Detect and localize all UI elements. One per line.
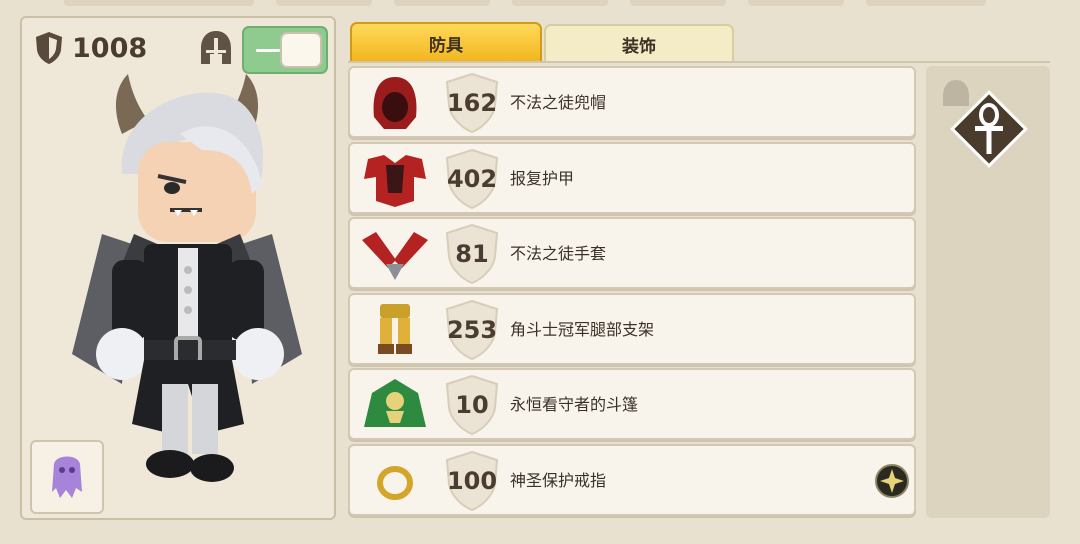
equipment-item-back[interactable]: 10 永恒看守者的斗篷 [348,368,916,441]
item-name: 角斗士冠军腿部支架 [510,319,655,339]
gold-leg-armor-icon [378,303,412,354]
tab-divider [348,61,1050,63]
equipment-item-chest[interactable]: 402 报复护甲 [348,141,916,214]
toggle-track-line [256,49,280,52]
equipment-list: 162 不法之徒兜帽 402 报复护甲 81 不法之徒手套 253 角斗士冠军腿… [348,66,916,520]
green-cloak-icon [364,379,426,428]
equipment-item-head[interactable]: 162 不法之徒兜帽 [348,66,916,138]
item-name: 不法之徒兜帽 [510,93,607,112]
item-name: 报复护甲 [510,168,575,188]
toggle-knob[interactable] [280,32,322,68]
ankh-icon[interactable] [944,84,1034,174]
gold-ring-icon [377,465,413,500]
item-power: 100 [446,466,498,495]
star-badge-icon [875,463,909,498]
artifact-panel [926,66,1050,518]
armor-total-value: 1008 [72,32,148,64]
shield-icon [36,32,62,64]
equipment-item-hands[interactable]: 81 不法之徒手套 [348,217,916,290]
item-name: 不法之徒手套 [510,244,607,264]
top-strip [0,0,1080,8]
tab-cosmetic[interactable]: 装饰 [544,24,734,62]
item-power: 10 [455,391,489,420]
equipment-item-ring[interactable]: 100 神圣保护戒指 [348,443,916,516]
red-chest-armor-icon [364,154,426,207]
red-gloves-icon [362,232,428,281]
character-panel: 1008 [20,16,336,520]
item-name: 神圣保护戒指 [510,470,607,490]
helmet-icon[interactable] [198,28,234,68]
item-power: 81 [455,240,489,269]
red-hood-icon [373,77,417,129]
purple-ghost-pet-icon [52,456,82,498]
armor-total: 1008 [34,28,147,68]
pet-slot[interactable] [30,440,104,514]
item-power: 402 [446,164,498,193]
character-model [72,74,302,482]
tab-armor[interactable]: 防具 [350,22,542,62]
equipment-item-legs[interactable]: 253 角斗士冠军腿部支架 [348,292,916,365]
item-name: 永恒看守者的斗篷 [510,395,639,415]
item-power: 162 [446,89,498,117]
item-power: 253 [446,315,498,344]
